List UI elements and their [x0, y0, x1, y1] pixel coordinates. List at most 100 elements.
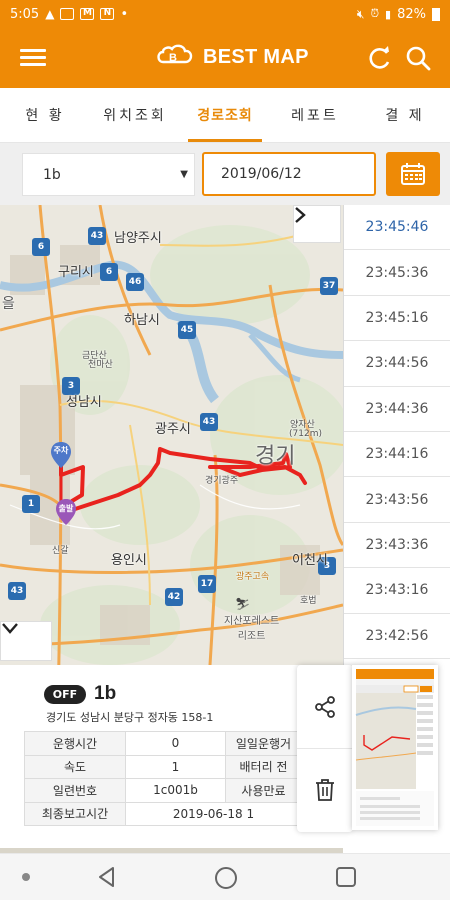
chevron-right-icon: [295, 207, 306, 223]
map-label-highway: 광주고속: [236, 572, 270, 582]
table-label: 사용만료: [225, 778, 302, 803]
table-label: 일련번호: [24, 778, 126, 803]
map-label-hobeop: 호법: [300, 596, 317, 606]
map-label-seongnam: 성남시: [66, 395, 102, 410]
time-list-item[interactable]: 23:45:46: [344, 205, 450, 251]
trash-icon: [316, 779, 334, 801]
recents-icon[interactable]: [335, 866, 357, 888]
alarm-icon: ⏰︎: [370, 7, 380, 20]
map-label-namyangju: 남양주시: [114, 231, 162, 246]
table-label: 운행시간: [24, 731, 126, 756]
road-number-17: 17: [198, 575, 216, 593]
chevron-down-icon: [2, 623, 18, 634]
refresh-icon[interactable]: [366, 44, 394, 72]
back-icon[interactable]: [97, 866, 117, 888]
last-report-value: 2019-06-18 1: [125, 801, 302, 826]
time-list-item[interactable]: 23:45:36: [344, 250, 450, 296]
tab-label: 위치조회: [103, 108, 167, 124]
vehicle-info-panel: OFF 1b 경기도 성남시 분당구 정자동 158-1 운행시간 0 일일운행…: [0, 665, 343, 848]
tab-route[interactable]: 경로조회: [180, 88, 270, 142]
map-label-gyeonggi: 경기: [255, 444, 296, 469]
mute-icon: 🔇︎: [356, 6, 365, 21]
start-pin-label: 출발: [58, 504, 74, 513]
map-label-geumdansan: 금단산: [82, 351, 107, 361]
signal-icon: ▮: [385, 7, 392, 21]
collapse-panel-button[interactable]: [0, 621, 52, 661]
map-label-gwangju: 광주시: [155, 422, 191, 437]
vehicle-info-table: 운행시간 0 일일운행거 속도 1 배터리 전 일련번호 1c001b 사용만료…: [24, 731, 302, 826]
app-title: BEST MAP: [203, 45, 309, 68]
home-icon[interactable]: [214, 866, 238, 890]
table-row: 최종보고시간 2019-06-18 1: [24, 801, 302, 826]
main-tabs: 현 황 위치조회 경로조회 레포트 결 제: [0, 88, 450, 143]
vehicle-header: OFF 1b: [44, 683, 116, 705]
time-value: 23:45:16: [365, 309, 429, 326]
more-dots-icon: •: [120, 6, 129, 22]
date-field-value: 2019/06/12: [221, 166, 302, 182]
action-card: [297, 665, 353, 832]
time-list-item[interactable]: 23:43:16: [344, 568, 450, 614]
road-number-46: 46: [126, 273, 144, 291]
time-list-item[interactable]: 23:45:16: [344, 296, 450, 342]
time-list-item[interactable]: 23:42:56: [344, 614, 450, 659]
map-label-edge: 을: [2, 296, 15, 312]
tab-status[interactable]: 현 황: [0, 88, 90, 142]
screenshot-preview-image: [352, 665, 438, 830]
table-row: 일련번호 1c001b 사용만료: [24, 778, 302, 803]
time-value: 23:43:16: [365, 582, 429, 599]
time-value: 23:44:56: [365, 355, 429, 372]
battery-icon: [432, 7, 440, 21]
time-value: 23:44:16: [365, 446, 429, 463]
vehicle-address: 경기도 성남시 분당구 정자동 158-1: [46, 711, 214, 724]
table-label: 속도: [24, 754, 126, 779]
screenshot-thumbnail[interactable]: [352, 665, 438, 830]
app-notification-icon: N: [100, 8, 115, 20]
status-bar: 5:05 ▲ M N • 🔇︎ ⏰︎ ▮ 82%: [0, 0, 450, 28]
system-nav-bar: [0, 853, 450, 900]
share-button[interactable]: [297, 665, 353, 748]
tab-payment[interactable]: 결 제: [360, 88, 450, 142]
time-list-item[interactable]: 23:44:16: [344, 432, 450, 478]
share-icon: [315, 695, 335, 718]
tab-label: 현 황: [25, 108, 65, 124]
table-label: 일일운행거: [225, 731, 302, 756]
road-number-1: 1: [22, 495, 40, 513]
search-icon[interactable]: [404, 44, 432, 72]
tab-report[interactable]: 레포트: [270, 88, 360, 142]
time-list-item[interactable]: 23:44:56: [344, 341, 450, 387]
date-field[interactable]: 2019/06/12: [202, 152, 376, 196]
map-label-yangjasan-height: (712m): [289, 429, 322, 439]
status-badge: OFF: [44, 684, 86, 704]
vehicle-select-value: 1b: [43, 166, 61, 183]
road-number-6: 6: [100, 263, 118, 281]
time-list-item[interactable]: 23:44:36: [344, 387, 450, 432]
table-value: 1: [125, 754, 226, 779]
time-value: 23:45:46: [365, 219, 429, 236]
road-number-37: 37: [320, 277, 338, 295]
tab-location[interactable]: 위치조회: [90, 88, 180, 142]
time-value: 23:43:36: [365, 536, 429, 553]
vehicle-name: 1b: [94, 683, 117, 704]
calendar-button[interactable]: [386, 152, 440, 196]
time-list-item[interactable]: 23:43:36: [344, 523, 450, 569]
road-number-43b: 43: [200, 413, 218, 431]
road-number-43: 43: [88, 227, 106, 245]
table-row: 속도 1 배터리 전: [24, 754, 302, 779]
app-screen: 5:05 ▲ M N • 🔇︎ ⏰︎ ▮ 82% B BEST MAP 현 황 …: [0, 0, 450, 900]
best-map-logo-icon: B: [157, 44, 193, 64]
road-number-45: 45: [178, 321, 196, 339]
hamburger-icon[interactable]: [20, 46, 46, 70]
expand-map-button[interactable]: [293, 205, 341, 243]
vehicle-select[interactable]: 1b ▼: [22, 153, 195, 196]
image-icon: [60, 8, 75, 20]
mail-icon: M: [80, 8, 95, 20]
table-value: 1c001b: [125, 778, 226, 803]
nav-dot-button[interactable]: [22, 873, 30, 881]
map-label-jisan-resort: 지산포레스트 리조트: [224, 616, 280, 642]
time-list: 23:45:46 23:45:36 23:45:16 23:44:56 23:4…: [343, 205, 450, 665]
delete-button[interactable]: [297, 748, 353, 831]
table-label: 배터리 전: [225, 754, 302, 779]
map-label-icheon: 이천시: [292, 553, 328, 568]
road-number-6b: 6: [32, 238, 50, 256]
time-list-item[interactable]: 23:43:56: [344, 477, 450, 523]
